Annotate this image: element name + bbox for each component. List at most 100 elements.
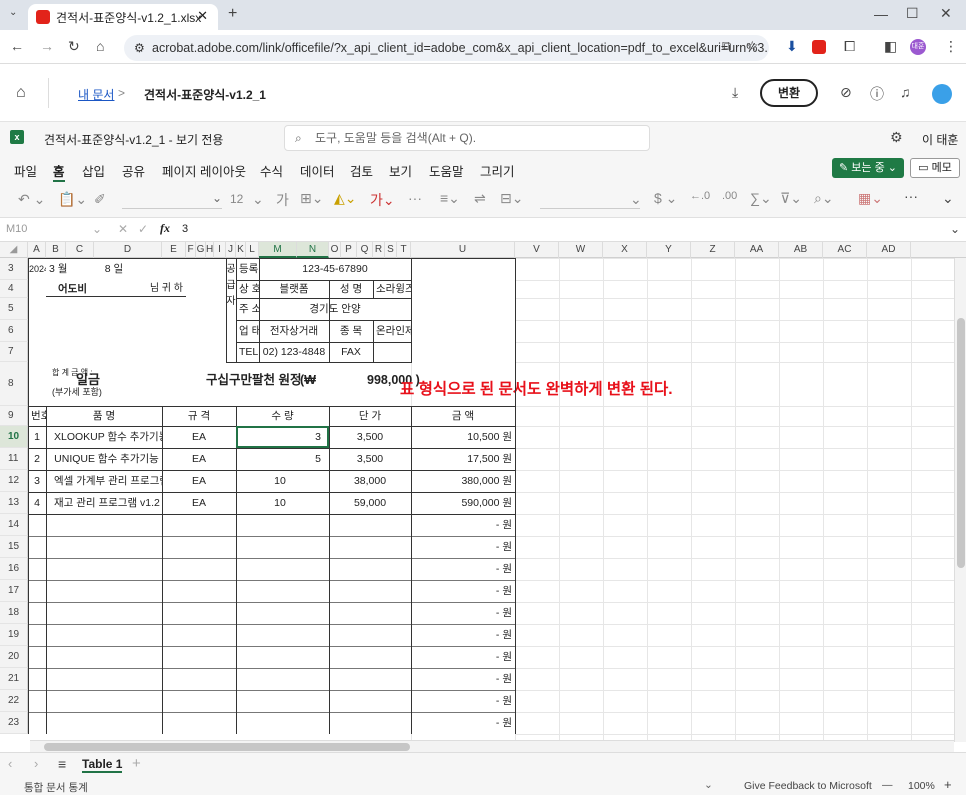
row-header-13[interactable]: 13 xyxy=(0,492,28,514)
column-header-G[interactable]: G xyxy=(196,242,206,258)
row-header-7[interactable]: 7 xyxy=(0,342,28,362)
formula-input[interactable]: 3 xyxy=(182,223,188,235)
browser-tab[interactable]: 견적서-표준양식-v1.2_1.xlsx ✕ xyxy=(28,4,218,30)
font-name-select[interactable] xyxy=(122,191,222,209)
find-icon[interactable]: ⌕⌄ xyxy=(814,190,834,207)
spreadsheet-grid[interactable]: ◢ A B C D E F G H I J K L M N O P Q R S T U V W X Y Z AA AB AC AD 345… xyxy=(0,242,966,742)
profile-avatar[interactable]: 대훈 xyxy=(910,39,926,55)
workbook-statistics[interactable]: 통합 문서 통계 xyxy=(24,780,88,795)
home-icon[interactable]: ⌂ xyxy=(96,38,104,54)
column-header-O[interactable]: O xyxy=(329,242,341,258)
settings-gear-icon[interactable]: ⚙ xyxy=(890,129,903,146)
row-header-9[interactable]: 9 xyxy=(0,406,28,426)
status-chevron-icon[interactable]: ⌄ xyxy=(704,779,713,791)
row-header-15[interactable]: 15 xyxy=(0,536,28,558)
selected-cell[interactable] xyxy=(236,426,329,448)
expand-formula-icon[interactable]: ⌄ xyxy=(950,222,960,236)
prev-sheet-icon[interactable]: ‹ xyxy=(8,756,12,771)
row-header-17[interactable]: 17 xyxy=(0,580,28,602)
name-box[interactable]: M10 xyxy=(6,223,27,235)
font-size-select[interactable]: 12 xyxy=(230,192,243,206)
font-name-chevron-icon[interactable]: ⌄ xyxy=(212,191,222,205)
forward-icon[interactable]: → xyxy=(40,38,54,54)
row-header-10[interactable]: 10 xyxy=(0,426,28,448)
tab-list-icon[interactable]: ⌄ xyxy=(9,7,17,18)
acrobat-extension-icon[interactable] xyxy=(812,40,826,54)
search-box[interactable]: ⌕ 도구, 도움말 등을 검색(Alt + Q). xyxy=(284,125,650,151)
name-box-chevron-icon[interactable]: ⌄ xyxy=(92,222,102,236)
browser-menu-icon[interactable]: ⋮ xyxy=(944,38,958,55)
minimize-icon[interactable]: — xyxy=(874,6,888,22)
new-tab-icon[interactable]: + xyxy=(228,5,237,23)
sort-filter-icon[interactable]: ⊽⌄ xyxy=(780,190,802,207)
add-sheet-icon[interactable]: + xyxy=(132,755,141,772)
column-header-S[interactable]: S xyxy=(385,242,397,258)
vertical-scroll-thumb[interactable] xyxy=(957,318,965,568)
column-header-C[interactable]: C xyxy=(66,242,94,258)
back-icon[interactable]: ← xyxy=(10,38,24,54)
select-all-corner[interactable]: ◢ xyxy=(0,242,28,258)
menu-file[interactable]: 파일 xyxy=(14,161,37,180)
column-header-U[interactable]: U xyxy=(411,242,515,258)
expand-ribbon-icon[interactable]: ⌄ xyxy=(942,190,954,207)
close-window-icon[interactable]: ✕ xyxy=(940,5,952,22)
menu-share[interactable]: 공유 xyxy=(122,161,145,180)
row-header-22[interactable]: 22 xyxy=(0,690,28,712)
column-header-AC[interactable]: AC xyxy=(823,242,867,258)
row-header-23[interactable]: 23 xyxy=(0,712,28,734)
maximize-icon[interactable]: ☐ xyxy=(906,5,919,22)
row-header-16[interactable]: 16 xyxy=(0,558,28,580)
excel-user-name[interactable]: 이 태훈 xyxy=(922,131,958,148)
zoom-out-icon[interactable]: — xyxy=(882,779,893,791)
undo-icon[interactable]: ↶ ⌄ xyxy=(18,191,45,208)
sidepanel-icon[interactable]: ◧ xyxy=(884,38,897,55)
excel-file-title[interactable]: 견적서-표준양식-v1.2_1 - 보기 전용 xyxy=(44,131,223,148)
notifications-icon[interactable]: ♫ xyxy=(900,84,911,100)
menu-data[interactable]: 데이터 xyxy=(300,161,335,180)
row-header-21[interactable]: 21 xyxy=(0,668,28,690)
format-painter-icon[interactable]: ✐ xyxy=(94,191,106,208)
paste-icon[interactable]: 📋⌄ xyxy=(58,191,87,208)
open-in-app-icon[interactable]: ⧉ xyxy=(722,38,731,54)
check-circle-icon[interactable]: ⊘ xyxy=(840,84,852,101)
increase-decimal-icon[interactable]: .00 xyxy=(722,190,737,202)
column-header-AD[interactable]: AD xyxy=(867,242,911,258)
column-header-M[interactable]: M xyxy=(259,242,297,258)
column-header-F[interactable]: F xyxy=(186,242,196,258)
column-header-E[interactable]: E xyxy=(162,242,186,258)
more-format-icon[interactable]: ··· xyxy=(408,190,422,206)
viewing-mode-button[interactable]: ✎ 보는 중 ⌄ xyxy=(832,158,904,178)
acrobat-home-icon[interactable]: ⌂ xyxy=(16,84,26,102)
menu-draw[interactable]: 그리기 xyxy=(480,161,515,180)
reload-icon[interactable]: ↻ xyxy=(68,38,80,55)
row-header-18[interactable]: 18 xyxy=(0,602,28,624)
row-header-5[interactable]: 5 xyxy=(0,298,28,320)
borders-icon[interactable]: ⊞⌄ xyxy=(300,190,323,207)
column-header-R[interactable]: R xyxy=(373,242,385,258)
feedback-link[interactable]: Give Feedback to Microsoft xyxy=(744,780,872,792)
menu-formulas[interactable]: 수식 xyxy=(260,161,283,180)
column-header-V[interactable]: V xyxy=(515,242,559,258)
vertical-scrollbar[interactable] xyxy=(954,258,966,742)
menu-page-layout[interactable]: 페이지 레이아웃 xyxy=(162,161,246,180)
merge-icon[interactable]: ⊟⌄ xyxy=(500,190,523,207)
convert-button[interactable]: 변환 xyxy=(760,79,818,107)
site-info-icon[interactable]: ⚙ xyxy=(134,35,145,61)
extensions-icon[interactable]: ⧠ xyxy=(844,38,855,55)
column-header-A[interactable]: A xyxy=(28,242,46,258)
url-field[interactable]: ⚙ acrobat.adobe.com/link/officefile/?x_a… xyxy=(124,35,769,61)
row-header-14[interactable]: 14 xyxy=(0,514,28,536)
column-header-J[interactable]: J xyxy=(226,242,236,258)
row-header-3[interactable]: 3 xyxy=(0,258,28,280)
zoom-level[interactable]: 100% xyxy=(908,780,935,792)
font-size-chevron-icon[interactable]: ⌄ xyxy=(252,191,264,208)
row-header-4[interactable]: 4 xyxy=(0,280,28,298)
column-header-B[interactable]: B xyxy=(46,242,66,258)
column-header-D[interactable]: D xyxy=(94,242,162,258)
currency-icon[interactable]: $ ⌄ xyxy=(654,190,677,207)
wrap-text-icon[interactable]: ⇌ xyxy=(474,190,486,207)
column-header-P[interactable]: P xyxy=(341,242,357,258)
column-header-Z[interactable]: Z xyxy=(691,242,735,258)
all-sheets-icon[interactable]: ≡ xyxy=(58,756,66,772)
fill-color-icon[interactable]: ◭⌄ xyxy=(334,190,357,207)
